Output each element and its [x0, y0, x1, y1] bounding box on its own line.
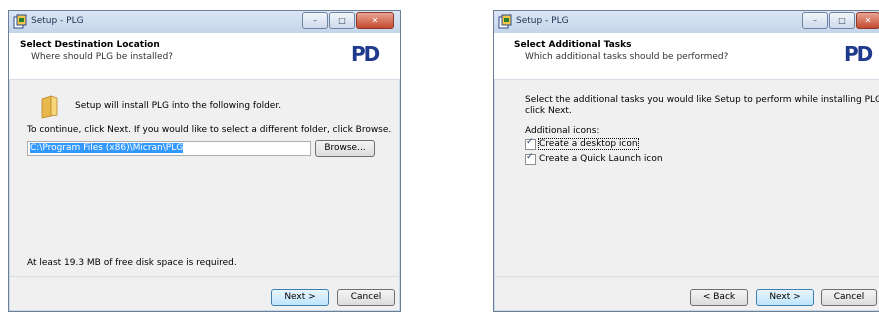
browse-button[interactable]: Browse...: [315, 140, 375, 157]
page-title: Select Destination Location: [20, 40, 160, 50]
group-label: Additional icons:: [525, 126, 600, 136]
minimize-button[interactable]: –: [302, 12, 328, 29]
close-button[interactable]: ✕: [856, 12, 879, 29]
page-subtitle: Where should PLG be installed?: [31, 52, 174, 62]
setup-app-icon: [13, 14, 27, 29]
page-title: Select Additional Tasks: [514, 40, 632, 50]
footer-divider: [494, 276, 879, 277]
intro-text: Setup will install PLG into the followin…: [75, 101, 282, 111]
quick-launch-checkbox[interactable]: [525, 152, 536, 165]
next-button[interactable]: Next >: [756, 289, 814, 306]
back-button[interactable]: < Back: [690, 289, 748, 306]
next-button[interactable]: Next >: [271, 289, 329, 306]
quick-launch-label[interactable]: Create a Quick Launch icon: [539, 154, 663, 164]
logo: PD: [351, 42, 380, 66]
desktop-icon-checkbox[interactable]: [525, 137, 536, 150]
instruction-line-2: click Next.: [525, 106, 572, 116]
footer-divider: [9, 276, 400, 277]
title-bar[interactable]: Setup - PLG – □ ✕: [494, 11, 879, 34]
minimize-button[interactable]: –: [802, 12, 828, 29]
desktop-icon-label[interactable]: Create a desktop icon: [538, 138, 639, 150]
folder-icon: [41, 95, 58, 119]
logo: PD: [844, 42, 873, 66]
setup-app-icon: [498, 14, 512, 29]
page-subtitle: Which additional tasks should be perform…: [525, 52, 729, 62]
maximize-button[interactable]: □: [829, 12, 855, 29]
window-title: Setup - PLG: [31, 16, 84, 26]
instruction-line-1: Select the additional tasks you would li…: [525, 95, 879, 105]
close-button[interactable]: ✕: [356, 12, 394, 29]
wizard-header: Select Destination Location Where should…: [9, 33, 400, 80]
setup-window-tasks: Setup - PLG – □ ✕ Select Additional Task…: [493, 10, 879, 312]
maximize-button[interactable]: □: [329, 12, 355, 29]
title-bar[interactable]: Setup - PLG – □ ✕: [9, 11, 400, 34]
destination-path-value: C:\Program Files (x86)\Micran\PLG: [30, 143, 184, 153]
cancel-button[interactable]: Cancel: [821, 289, 877, 306]
wizard-header: Select Additional Tasks Which additional…: [494, 33, 879, 80]
cancel-button[interactable]: Cancel: [337, 289, 395, 306]
continue-instructions: To continue, click Next. If you would li…: [27, 125, 392, 135]
window-title: Setup - PLG: [516, 16, 569, 26]
destination-path-input[interactable]: C:\Program Files (x86)\Micran\PLG: [27, 141, 311, 156]
setup-window-destination: Setup - PLG – □ ✕ Select Destination Loc…: [8, 10, 401, 312]
disk-space-text: At least 19.3 MB of free disk space is r…: [27, 258, 237, 268]
